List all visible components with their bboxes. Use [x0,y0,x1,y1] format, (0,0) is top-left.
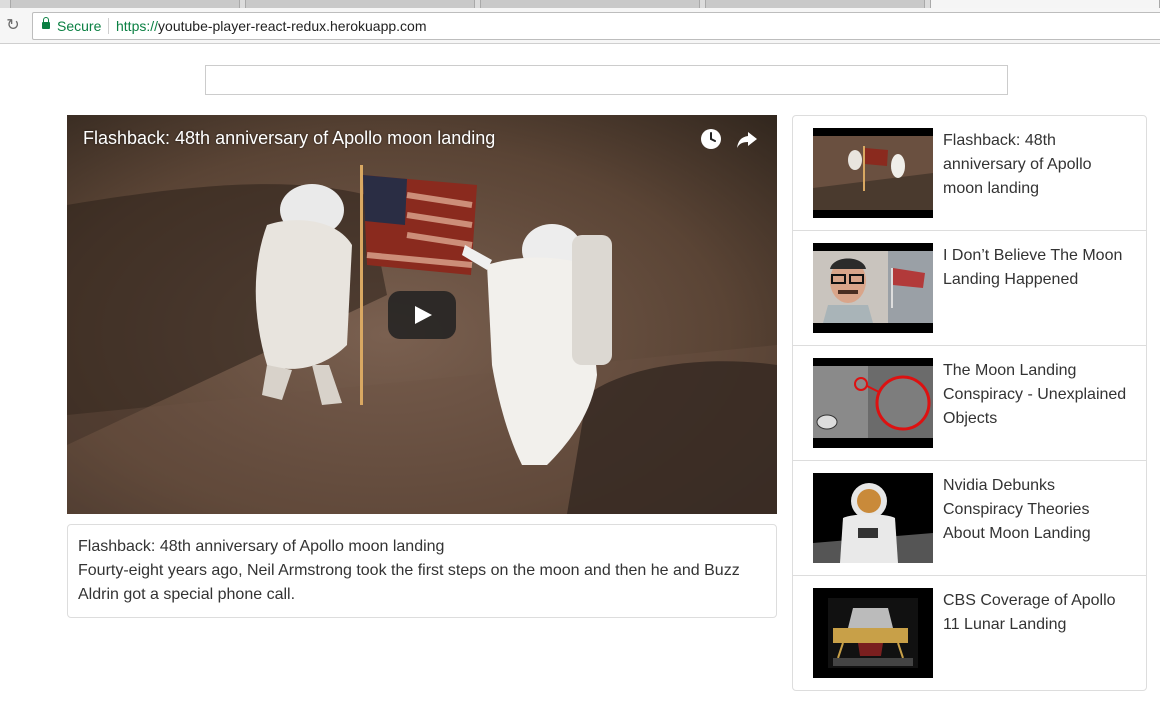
secure-label: Secure [57,18,102,34]
video-list-item[interactable]: Nvidia Debunks Conspiracy Theories About… [793,461,1146,576]
video-thumbnail[interactable] [813,358,933,448]
lock-icon [42,17,50,31]
video-details: Flashback: 48th anniversary of Apollo mo… [67,524,777,618]
video-list-item-title[interactable]: The Moon Landing Conspiracy - Unexplaine… [943,359,1133,431]
video-list-item[interactable]: The Moon Landing Conspiracy - Unexplaine… [793,346,1146,461]
play-button[interactable] [388,291,456,339]
video-list-item-title[interactable]: CBS Coverage of Apollo 11 Lunar Landing [943,589,1133,637]
details-title: Flashback: 48th anniversary of Apollo mo… [78,538,445,555]
details-description: Fourty-eight years ago, Neil Armstrong t… [78,562,740,603]
url-text[interactable]: https://youtube-player-react-redux.herok… [116,18,427,34]
url-scheme: https:// [116,18,159,34]
video-thumbnail[interactable] [813,128,933,218]
clock-icon[interactable] [700,128,722,150]
video-list-item-title[interactable]: Flashback: 48th anniversary of Apollo mo… [943,129,1133,201]
video-thumbnail[interactable] [813,588,933,678]
play-icon [415,306,432,324]
video-list-item-title[interactable]: I Don’t Believe The Moon Landing Happene… [943,244,1133,292]
url-host: youtube-player-react-redux.herokuapp.com [158,18,427,34]
browser-tab[interactable] [245,0,475,8]
omnibox[interactable]: Secure https://youtube-player-react-redu… [32,12,1160,40]
search-input[interactable] [205,65,1008,95]
video-player[interactable]: Flashback: 48th anniversary of Apollo mo… [67,115,777,514]
browser-tab[interactable] [480,0,700,8]
video-list-item[interactable]: CBS Coverage of Apollo 11 Lunar Landing [793,576,1146,691]
video-list-item-title[interactable]: Nvidia Debunks Conspiracy Theories About… [943,474,1133,546]
browser-tab[interactable] [705,0,925,8]
share-icon[interactable] [736,128,758,150]
reload-icon[interactable]: ↻ [4,17,22,35]
browser-tab[interactable] [10,0,240,8]
video-thumbnail[interactable] [813,473,933,563]
tab-strip [0,0,1160,8]
browser-tab-active[interactable] [930,0,1160,8]
video-list: Flashback: 48th anniversary of Apollo mo… [792,115,1147,691]
video-list-item[interactable]: Flashback: 48th anniversary of Apollo mo… [793,116,1146,231]
video-thumbnail[interactable] [813,243,933,333]
omnibox-divider [108,18,109,34]
address-bar: ↻ Secure https://youtube-player-react-re… [0,8,1160,44]
video-title[interactable]: Flashback: 48th anniversary of Apollo mo… [83,128,495,149]
video-list-item[interactable]: I Don’t Believe The Moon Landing Happene… [793,231,1146,346]
